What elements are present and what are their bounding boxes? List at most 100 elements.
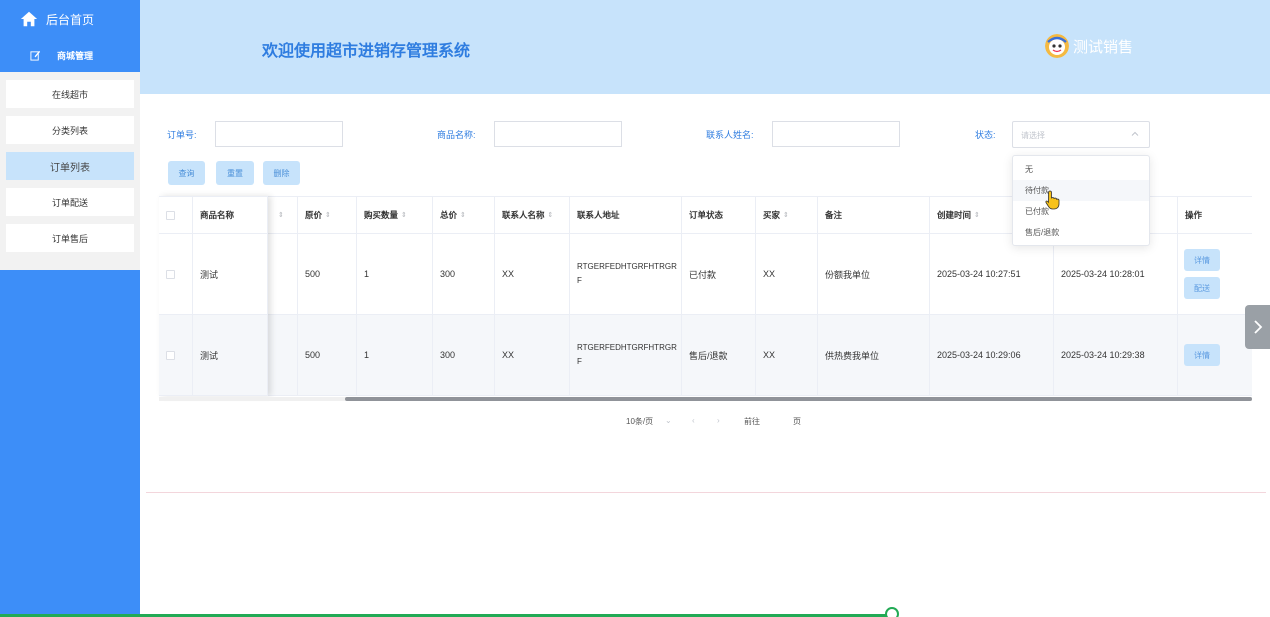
chevron-up-icon [1131,131,1139,136]
sidebar-group-label: 商城管理 [57,50,94,61]
cell-created: 2025-03-24 10:27:51 [930,234,1054,314]
contact-name-input[interactable] [772,121,900,147]
status-dropdown: 无 待付款 已付款 售后/退款 [1012,155,1150,246]
col-status: 订单状态 [682,197,756,233]
status-option-refund[interactable]: 售后/退款 [1013,222,1149,243]
sidebar: 后台首页 商城管理 在线超市 分类列表 订单列表 订单配送 订单售后 [0,0,140,617]
sidebar-group-mall[interactable]: 商城管理 [0,38,140,72]
cell-product: 测试 [193,234,268,314]
sidebar-menu: 在线超市 分类列表 订单列表 订单配送 订单售后 [0,72,140,270]
col-ops: 操作 [1178,197,1252,233]
col-label: 操作 [1185,210,1203,220]
cell-hidden [268,315,298,395]
cell-note: 份额我单位 [818,234,930,314]
cell-product: 测试 [193,315,268,395]
cell-buyer: XX [756,315,818,395]
sort-icon: ⇕ [325,212,331,219]
sidebar-item-label: 在线超市 [51,89,88,100]
cell-ops: 详情 配送 [1178,234,1252,314]
select-all-checkbox[interactable] [166,210,175,220]
order-no-input[interactable] [215,121,343,147]
status-label: 状态: [975,130,996,140]
delete-button[interactable]: 删除 [263,161,300,185]
detail-button[interactable]: 详情 [1184,249,1220,271]
col-label: 买家 [763,210,781,220]
cell-price: 500 [298,234,357,314]
col-address: 联系人地址 [570,197,682,233]
avatar-icon [1045,34,1069,58]
col-label: 联系人地址 [577,210,620,220]
col-note: 备注 [818,197,930,233]
col-contact[interactable]: 联系人名称 ⇕ [495,197,570,233]
product-name-label: 商品名称: [437,130,476,140]
cell-status: 售后/退款 [682,315,756,395]
sidebar-home[interactable]: 后台首页 [0,0,140,38]
home-icon [20,11,38,27]
select-all-cell [159,197,193,233]
sidebar-item-label: 订单配送 [51,197,88,208]
cell-total: 300 [433,234,495,314]
col-total[interactable]: 总价 ⇕ [433,197,495,233]
row-checkbox[interactable] [166,350,175,360]
col-buyer[interactable]: 买家 ⇕ [756,197,818,233]
query-button[interactable]: 查询 [168,161,205,185]
sort-icon[interactable]: ⇕ [278,211,284,219]
col-qty[interactable]: 购买数量 ⇕ [357,197,433,233]
cell-updated: 2025-03-24 10:29:38 [1054,315,1178,395]
status-option-pending[interactable]: 待付款 [1013,180,1149,201]
sort-icon: ⇕ [974,212,980,219]
sidebar-home-label: 后台首页 [46,12,95,27]
cell-hidden [268,234,298,314]
hand-cursor-icon [1045,190,1060,210]
sort-icon: ⇕ [547,212,554,219]
side-expand-button[interactable] [1245,305,1270,349]
row-select-cell [159,234,193,314]
status-select[interactable]: 请选择 [1012,121,1150,148]
status-option-paid[interactable]: 已付款 [1013,201,1149,222]
row-select-cell [159,315,193,395]
sidebar-item-online-market[interactable]: 在线超市 [6,80,134,108]
goto-label: 前往 [744,417,760,426]
col-label: 购买数量 [364,210,399,220]
cell-buyer: XX [756,234,818,314]
cell-note: 供热费我单位 [818,315,930,395]
col-price[interactable]: 原价 ⇕ [298,197,357,233]
cell-status: 已付款 [682,234,756,314]
status-option-none[interactable]: 无 [1013,159,1149,180]
row-checkbox[interactable] [166,269,175,279]
reset-button[interactable]: 重置 [216,161,254,185]
sidebar-item-order-delivery[interactable]: 订单配送 [6,188,134,216]
user-menu[interactable]: 测试销售 [1045,34,1133,58]
sidebar-item-order-aftersale[interactable]: 订单售后 [6,224,134,252]
cell-created: 2025-03-24 10:29:06 [930,315,1054,395]
page-size-select[interactable]: 10条/页 [626,416,653,427]
prev-page-icon[interactable]: ‹ [692,416,695,425]
next-page-icon[interactable]: › [717,416,720,425]
sidebar-item-order-list[interactable]: 订单列表 [6,152,134,180]
sidebar-item-label: 订单售后 [51,233,88,244]
col-label: 创建时间 [937,210,972,220]
col-label: 联系人名称 [502,210,545,220]
detail-button[interactable]: 详情 [1184,344,1220,366]
cell-address: RTGERFEDHTGRFHTRGRF [570,315,682,395]
order-no-label: 订单号: [167,130,197,140]
progress-handle[interactable] [885,607,899,617]
cell-updated: 2025-03-24 10:28:01 [1054,234,1178,314]
edit-icon [30,50,41,61]
sidebar-item-category-list[interactable]: 分类列表 [6,116,134,144]
col-label: 订单状态 [689,210,724,220]
sidebar-item-label: 分类列表 [51,125,88,136]
horizontal-scrollbar-thumb[interactable] [345,397,1252,401]
cell-total: 300 [433,315,495,395]
page-suffix: 页 [793,417,801,426]
cell-qty: 1 [357,315,433,395]
table-row: 测试 500 1 300 XX RTGERFEDHTGRFHTRGRF 售后/退… [159,315,1252,396]
cell-contact: XX [495,315,570,395]
page-title: 欢迎使用超市进销存管理系统 [262,43,471,60]
product-name-input[interactable] [494,121,622,147]
col-label: 备注 [825,210,843,220]
cell-price: 500 [298,315,357,395]
sort-icon: ⇕ [401,212,407,219]
delivery-button[interactable]: 配送 [1184,277,1220,299]
cell-qty: 1 [357,234,433,314]
